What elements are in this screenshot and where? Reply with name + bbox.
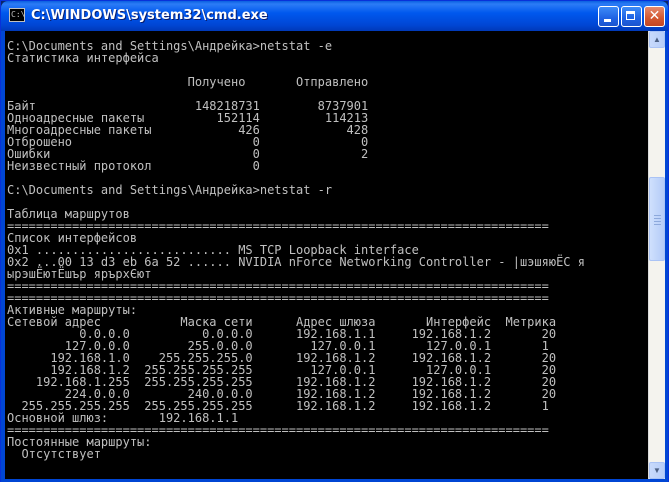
window-frame-right <box>665 31 668 479</box>
grip-line-icon <box>654 218 661 219</box>
arrow-down-icon: ▼ <box>653 466 661 475</box>
cmd-window: C:\ C:\WINDOWS\system32\cmd.exe ✕ C:\Doc… <box>0 0 669 482</box>
console-line: C:\Documents and Settings\Андрейка>netst… <box>7 183 333 197</box>
minimize-button[interactable] <box>598 6 619 27</box>
console-text: C:\Documents and Settings\Андрейка>netst… <box>5 31 648 460</box>
title-bar[interactable]: C:\ C:\WINDOWS\system32\cmd.exe ✕ <box>1 1 668 31</box>
cmd-icon[interactable]: C:\ <box>9 8 25 22</box>
grip-line-icon <box>654 215 661 216</box>
arrow-up-icon: ▲ <box>653 35 661 44</box>
close-button[interactable]: ✕ <box>644 6 665 27</box>
vertical-scrollbar[interactable]: ▲ ▼ <box>648 31 665 479</box>
minimize-icon <box>604 19 611 22</box>
scroll-up-button[interactable]: ▲ <box>649 31 665 48</box>
maximize-icon <box>626 11 635 20</box>
window-title: C:\WINDOWS\system32\cmd.exe <box>31 8 268 23</box>
console-line: Неизвестный протокол 0 <box>7 159 260 173</box>
console-line: Статистика интерфейса <box>7 51 159 65</box>
scrollbar-thumb[interactable] <box>649 177 665 261</box>
close-icon: ✕ <box>648 8 661 24</box>
console-output[interactable]: C:\Documents and Settings\Андрейка>netst… <box>5 31 648 479</box>
console-line: Отсутствует <box>7 447 101 461</box>
maximize-button[interactable] <box>621 6 642 27</box>
scroll-down-button[interactable]: ▼ <box>649 462 665 479</box>
grip-line-icon <box>654 224 661 225</box>
console-line: Получено Отправлено <box>7 75 369 89</box>
grip-line-icon <box>654 221 661 222</box>
